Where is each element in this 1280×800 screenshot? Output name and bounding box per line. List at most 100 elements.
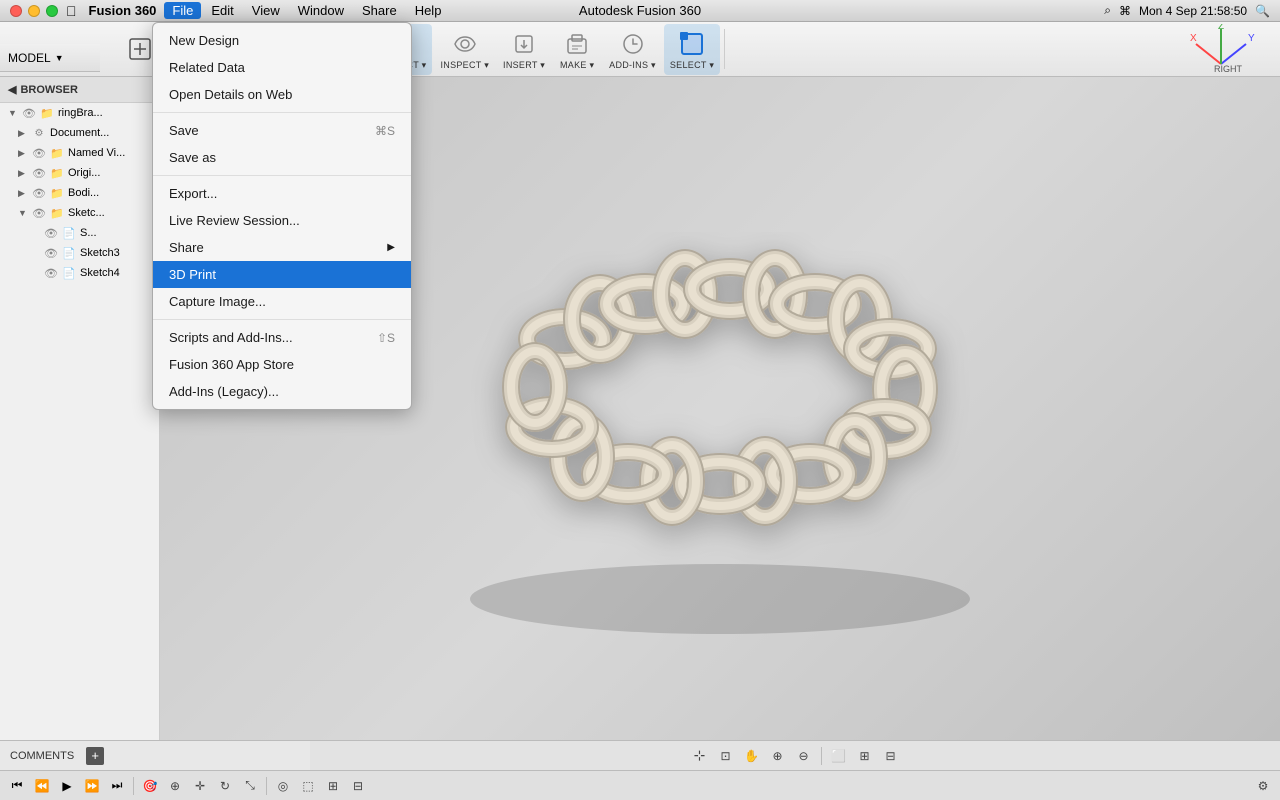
timeline-settings[interactable]: ⚙ bbox=[1252, 775, 1274, 797]
timeline-play[interactable]: ▶ bbox=[56, 775, 78, 797]
collapse-icon[interactable]: ◀ bbox=[8, 83, 16, 96]
vp-layout[interactable]: ⊟ bbox=[880, 745, 902, 767]
inspect-tool[interactable]: INSPECT ▾ bbox=[434, 24, 495, 75]
vp-home[interactable]: ⊹ bbox=[689, 745, 711, 767]
sidebar-sketch4[interactable]: 👁 📄 Sketch4 bbox=[0, 263, 159, 283]
eye-icon: 👁 bbox=[22, 106, 36, 120]
doc-icon1: 📄 bbox=[62, 226, 76, 240]
menu-add-ins-legacy[interactable]: Add-Ins (Legacy)... bbox=[153, 378, 411, 405]
menu-live-review[interactable]: Live Review Session... bbox=[153, 207, 411, 234]
menu-export[interactable]: Export... bbox=[153, 180, 411, 207]
addins-label: ADD-INS ▾ bbox=[609, 60, 656, 71]
model-dropdown-icon: ▼ bbox=[55, 53, 64, 63]
eye-icon9: 👁 bbox=[44, 266, 58, 280]
timeline-prev-start[interactable]: ⏮ bbox=[6, 775, 28, 797]
menu-related-data[interactable]: Related Data bbox=[153, 54, 411, 81]
timeline-cursor[interactable]: ⊕ bbox=[164, 775, 186, 797]
save-as-label: Save as bbox=[169, 150, 216, 165]
sidebar-bodies[interactable]: ▶ 👁 📁 Bodi... bbox=[0, 183, 159, 203]
tl-sep2 bbox=[266, 777, 267, 795]
tl-sep1 bbox=[133, 777, 134, 795]
app-name: Fusion 360 bbox=[89, 3, 157, 18]
traffic-lights bbox=[10, 5, 58, 17]
make-tool[interactable]: MAKE ▾ bbox=[553, 24, 601, 75]
timeline-next-end[interactable]: ⏭ bbox=[106, 775, 128, 797]
related-data-label: Related Data bbox=[169, 60, 245, 75]
sidebar-origin[interactable]: ▶ 👁 📁 Origi... bbox=[0, 163, 159, 183]
menu-help[interactable]: Help bbox=[407, 2, 450, 19]
maximize-button[interactable] bbox=[46, 5, 58, 17]
vp-fit[interactable]: ⊡ bbox=[715, 745, 737, 767]
timeline-capture[interactable]: 🎯 bbox=[139, 775, 161, 797]
menu-app-store[interactable]: Fusion 360 App Store bbox=[153, 351, 411, 378]
eye-icon8: 👁 bbox=[44, 246, 58, 260]
menu-edit[interactable]: Edit bbox=[203, 2, 241, 19]
divider2 bbox=[153, 175, 411, 176]
timeline-dotted[interactable]: ⊟ bbox=[347, 775, 369, 797]
timeline-bar: ⏮ ⏪ ▶ ⏩ ⏭ 🎯 ⊕ ✛ ↻ ⤡ ◎ ⬚ ⊞ ⊟ ⚙ bbox=[0, 770, 1280, 800]
menu-view[interactable]: View bbox=[244, 2, 288, 19]
viewport-toolbar: ⊹ ⊡ ✋ ⊕ ⊖ ⬜ ⊞ ⊟ bbox=[310, 740, 1280, 770]
sidebar-sketch-s[interactable]: 👁 📄 S... bbox=[0, 223, 159, 243]
timeline-circle[interactable]: ◎ bbox=[272, 775, 294, 797]
svg-text:Z: Z bbox=[1218, 24, 1224, 32]
timeline-prev[interactable]: ⏪ bbox=[31, 775, 53, 797]
sketch4-label: Sketch4 bbox=[80, 267, 120, 279]
inspect-icon bbox=[449, 28, 481, 60]
folder-icon3: 📁 bbox=[50, 166, 64, 180]
vp-grid[interactable]: ⊞ bbox=[854, 745, 876, 767]
capture-image-label: Capture Image... bbox=[169, 294, 266, 309]
share-label: Share bbox=[169, 240, 204, 255]
insert-tool[interactable]: INSERT ▾ bbox=[497, 24, 551, 75]
close-button[interactable] bbox=[10, 5, 22, 17]
3d-print-label: 3D Print bbox=[169, 267, 216, 282]
timeline-scale[interactable]: ⤡ bbox=[239, 775, 261, 797]
timeline-rotate[interactable]: ↻ bbox=[214, 775, 236, 797]
save-label: Save bbox=[169, 123, 199, 138]
menu-scripts[interactable]: Scripts and Add-Ins... ⇧S bbox=[153, 324, 411, 351]
add-ins-legacy-label: Add-Ins (Legacy)... bbox=[169, 384, 279, 399]
menu-share[interactable]: Share ▶ bbox=[153, 234, 411, 261]
sidebar-sketch3[interactable]: 👁 📄 Sketch3 bbox=[0, 243, 159, 263]
add-comment-button[interactable]: + bbox=[86, 747, 104, 765]
folder-icon: 📁 bbox=[40, 106, 54, 120]
search-icon[interactable]: 🔍 bbox=[1255, 4, 1270, 18]
menu-save-as[interactable]: Save as bbox=[153, 144, 411, 171]
minimize-button[interactable] bbox=[28, 5, 40, 17]
insert-icon bbox=[508, 28, 540, 60]
sidebar-named-views[interactable]: ▶ 👁 📁 Named Vi... bbox=[0, 143, 159, 163]
wifi-icon: ⌘ bbox=[1119, 4, 1131, 18]
menu-open-details[interactable]: Open Details on Web bbox=[153, 81, 411, 108]
save-shortcut: ⌘S bbox=[375, 124, 395, 138]
vp-zoom-in[interactable]: ⊕ bbox=[767, 745, 789, 767]
select-tool[interactable]: SELECT ▾ bbox=[664, 24, 720, 75]
menu-file[interactable]: File bbox=[164, 2, 201, 19]
bottom-bar: COMMENTS + bbox=[0, 740, 310, 770]
timeline-grid[interactable]: ⊞ bbox=[322, 775, 344, 797]
folder-icon2: 📁 bbox=[50, 146, 64, 160]
timeline-box-select[interactable]: ⬚ bbox=[297, 775, 319, 797]
vp-sep1 bbox=[821, 747, 822, 765]
menu-capture-image[interactable]: Capture Image... bbox=[153, 288, 411, 315]
menu-window[interactable]: Window bbox=[290, 2, 352, 19]
addins-tool[interactable]: ADD-INS ▾ bbox=[603, 24, 662, 75]
timeline-next[interactable]: ⏩ bbox=[81, 775, 103, 797]
vp-display-mode[interactable]: ⬜ bbox=[828, 745, 850, 767]
menu-share[interactable]: Share bbox=[354, 2, 405, 19]
vp-pan[interactable]: ✋ bbox=[741, 745, 763, 767]
menu-save[interactable]: Save ⌘S bbox=[153, 117, 411, 144]
svg-text:Y: Y bbox=[1248, 33, 1255, 44]
folder-icon4: 📁 bbox=[50, 186, 64, 200]
menu-3d-print[interactable]: 3D Print bbox=[153, 261, 411, 288]
timeline-move[interactable]: ✛ bbox=[189, 775, 211, 797]
model-selector[interactable]: MODEL ▼ bbox=[0, 44, 100, 72]
sidebar-document[interactable]: ▶ ⚙ Document... bbox=[0, 123, 159, 143]
time-display: Mon 4 Sep 21:58:50 bbox=[1139, 4, 1247, 18]
sidebar-root[interactable]: ▼ 👁 📁 ringBra... bbox=[0, 103, 159, 123]
menu-new-design[interactable]: New Design bbox=[153, 27, 411, 54]
sketch3-label: Sketch3 bbox=[80, 247, 120, 259]
svg-text:X: X bbox=[1190, 33, 1197, 44]
axis-gizmo-toolbar: X Y Z RIGHT bbox=[1186, 24, 1276, 74]
vp-zoom-out[interactable]: ⊖ bbox=[793, 745, 815, 767]
sidebar-sketches[interactable]: ▼ 👁 📁 Sketc... bbox=[0, 203, 159, 223]
